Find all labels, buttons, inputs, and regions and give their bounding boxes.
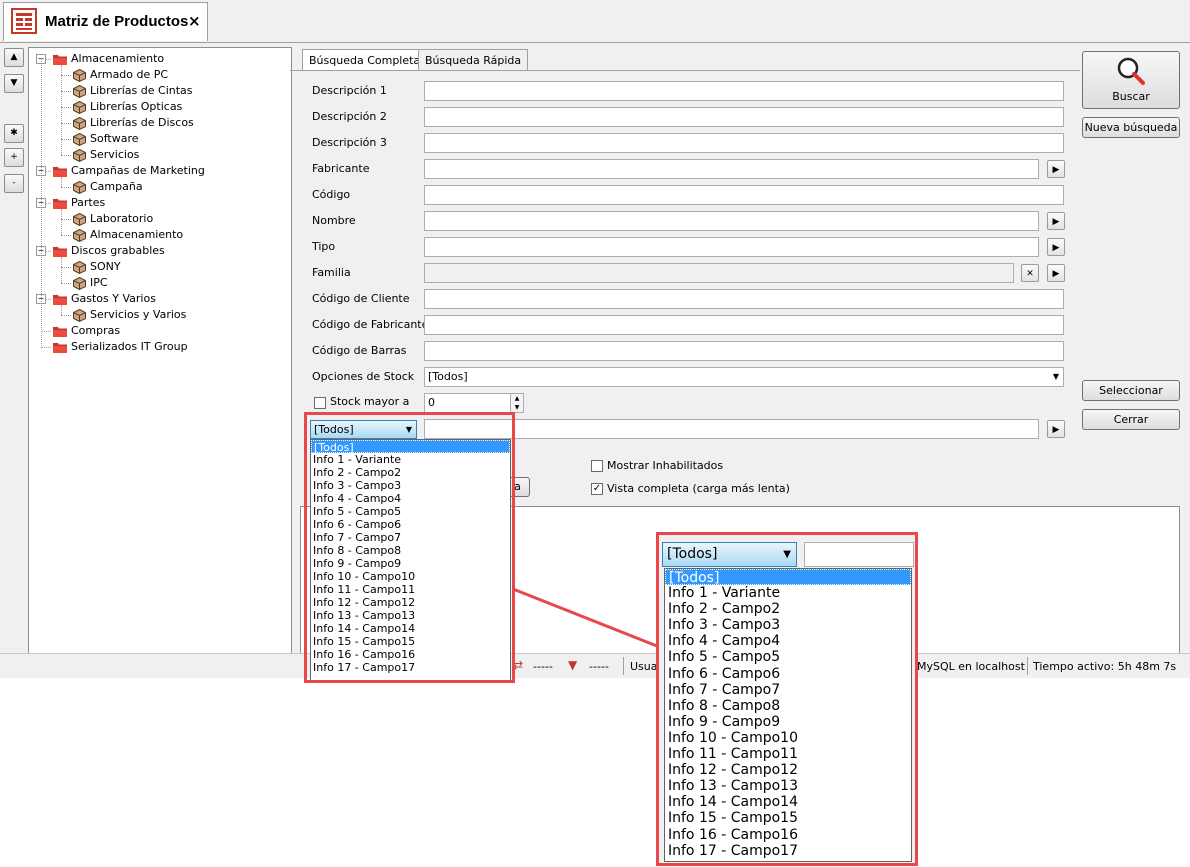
callout-connector: [512, 587, 663, 650]
zoom-callout: [Todos] ▼ [Todos] Info 1 - Variante Info 2…: [656, 532, 918, 866]
zoom-highlight-box: [656, 532, 918, 866]
